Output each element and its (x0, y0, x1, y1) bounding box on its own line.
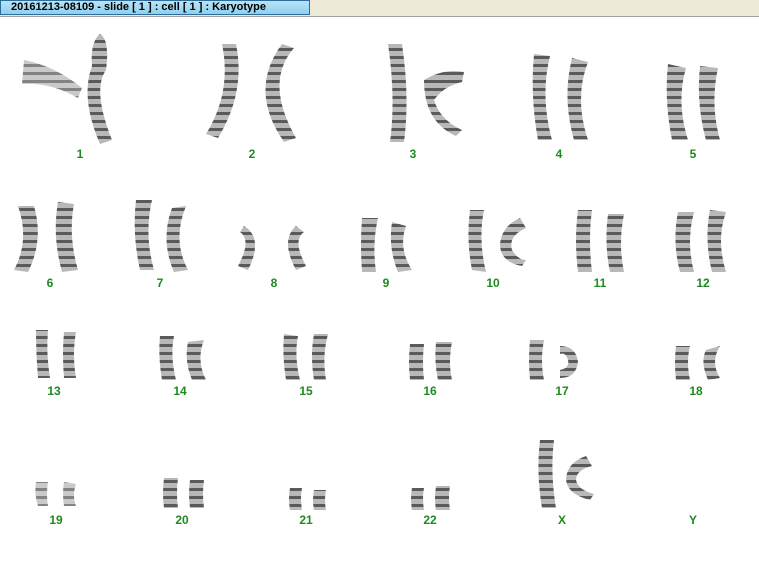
chromosome-pair-6 (14, 202, 78, 272)
chromosome-image (14, 34, 726, 510)
chromosome-pair-10 (468, 210, 526, 272)
chromosome-label-15: 15 (299, 384, 313, 398)
chromosome-label-x: X (557, 513, 566, 527)
chromosome-label-7: 7 (156, 276, 164, 290)
chromosome-label-17: 17 (555, 384, 569, 398)
chromosome-label-22: 22 (423, 513, 437, 527)
chromosome-pair-9 (361, 218, 412, 272)
chromosome-pair-11 (576, 210, 624, 272)
window-tab[interactable]: 20161213-08109 - slide [ 1 ] : cell [ 1 … (0, 0, 310, 15)
chromosome-pair-3 (388, 44, 464, 142)
chromosome-label-11: 11 (593, 276, 607, 290)
chromosome-pair-4 (532, 54, 588, 140)
chromosome-pair-17 (529, 340, 578, 380)
chromosome-label-16: 16 (423, 384, 437, 398)
chromosome-pair-1 (22, 34, 112, 144)
chromosome-label-5: 5 (689, 147, 697, 161)
chromosome-pair-22 (411, 486, 450, 510)
chromosome-label-2: 2 (248, 147, 256, 161)
chromosome-label-19: 19 (49, 513, 63, 527)
chromosome-pair-21 (289, 488, 326, 510)
chromosome-pair-18 (675, 346, 720, 380)
chromosome-label-12: 12 (696, 276, 710, 290)
chromosome-label-14: 14 (173, 384, 187, 398)
chromosome-label-13: 13 (47, 384, 61, 398)
chromosome-pair-2 (206, 44, 296, 142)
chromosome-label-4: 4 (555, 147, 563, 161)
karyotype-canvas: 1 2 3 4 5 6 7 8 9 10 11 12 13 14 15 16 1… (0, 17, 759, 576)
chromosome-label-6: 6 (46, 276, 54, 290)
chromosome-pair-12 (675, 210, 726, 272)
chromosome-label-18: 18 (689, 384, 703, 398)
chromosome-label-y: Y (688, 513, 697, 527)
chromosome-label-1: 1 (76, 147, 84, 161)
chromosome-pair-20 (163, 478, 204, 508)
chromosome-pair-16 (409, 342, 452, 380)
chromosome-label-9: 9 (382, 276, 390, 290)
chromosome-label-20: 20 (175, 513, 189, 527)
chromosome-pair-5 (666, 64, 720, 140)
chromosome-label-10: 10 (486, 276, 500, 290)
chromosome-pair-13 (36, 330, 76, 378)
chromosome-pair-8 (238, 226, 306, 270)
chromosome-pair-15 (283, 334, 328, 380)
chromosome-label-8: 8 (270, 276, 278, 290)
chromosome-pair-x (538, 440, 594, 508)
title-bar: 20161213-08109 - slide [ 1 ] : cell [ 1 … (0, 0, 759, 17)
chromosome-pair-19 (35, 482, 76, 506)
chromosome-pair-7 (134, 200, 188, 272)
chromosome-label-3: 3 (409, 147, 417, 161)
chromosome-label-21: 21 (299, 513, 313, 527)
chromosome-pair-14 (159, 336, 206, 380)
